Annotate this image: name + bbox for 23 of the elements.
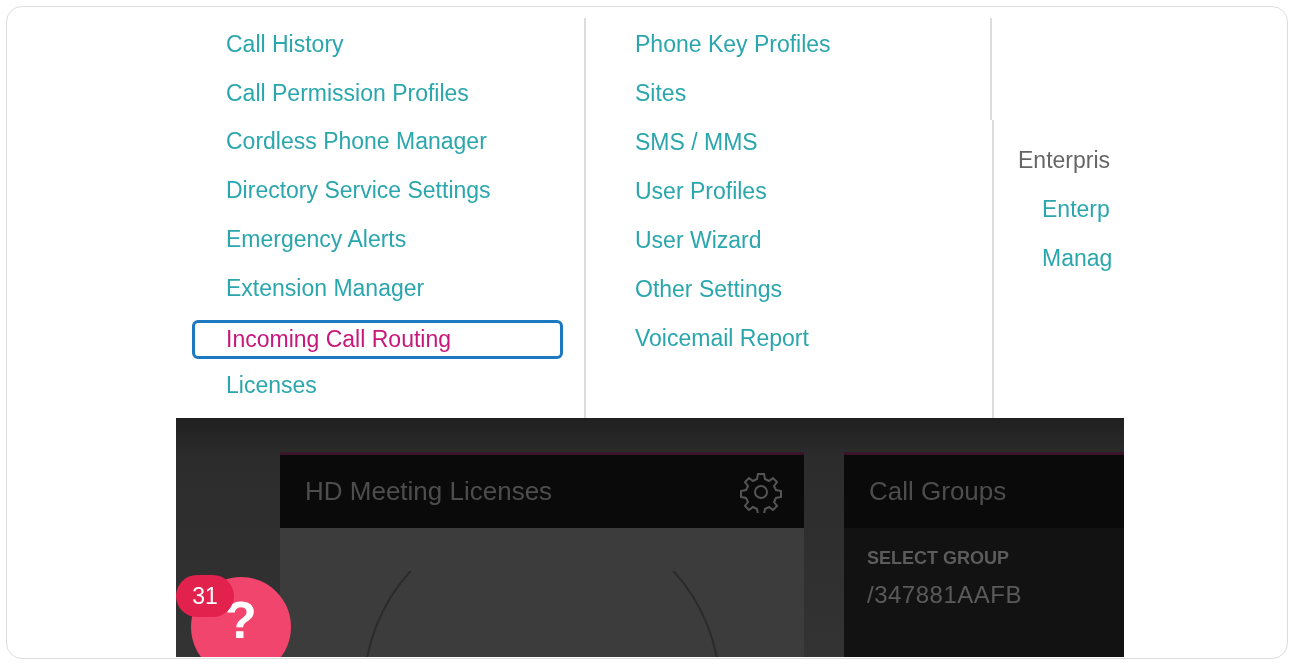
menu-link[interactable]: Manag bbox=[1042, 237, 1113, 286]
card-title: Call Groups bbox=[869, 476, 1007, 507]
menu-link[interactable]: Call Permission Profiles bbox=[226, 76, 469, 126]
group-value[interactable]: /347881AAFB bbox=[867, 581, 1022, 609]
menu-link[interactable]: User Profiles bbox=[635, 175, 767, 224]
settings-icon[interactable] bbox=[740, 470, 782, 513]
card-title: HD Meeting Licenses bbox=[305, 476, 553, 507]
menu-link[interactable]: Voicemail Report bbox=[635, 322, 809, 371]
menu-link[interactable]: Enterp bbox=[1042, 188, 1110, 237]
menu-heading: Enterpris bbox=[1018, 146, 1111, 175]
menu-link[interactable]: Emergency Alerts bbox=[226, 222, 407, 272]
menu-link[interactable]: Phone Key Profiles bbox=[635, 28, 831, 77]
menu-link[interactable]: User Wizard bbox=[635, 224, 762, 273]
menu-link[interactable]: Sites bbox=[635, 77, 687, 126]
menu-link[interactable]: Directory Service Settings bbox=[226, 174, 491, 223]
menu-link[interactable]: Incoming Call Routing bbox=[192, 320, 563, 360]
menu-link[interactable]: Extension Manager bbox=[226, 271, 425, 321]
menu-link[interactable]: Other Settings bbox=[635, 273, 783, 322]
field-label: SELECT GROUP bbox=[867, 548, 1009, 569]
menu-link[interactable]: Cordless Phone Manager bbox=[226, 125, 487, 175]
menu-link[interactable]: Call History bbox=[226, 28, 344, 77]
menu-link[interactable]: SMS / MMS bbox=[635, 126, 758, 175]
menu-link[interactable]: Licenses bbox=[226, 369, 317, 419]
